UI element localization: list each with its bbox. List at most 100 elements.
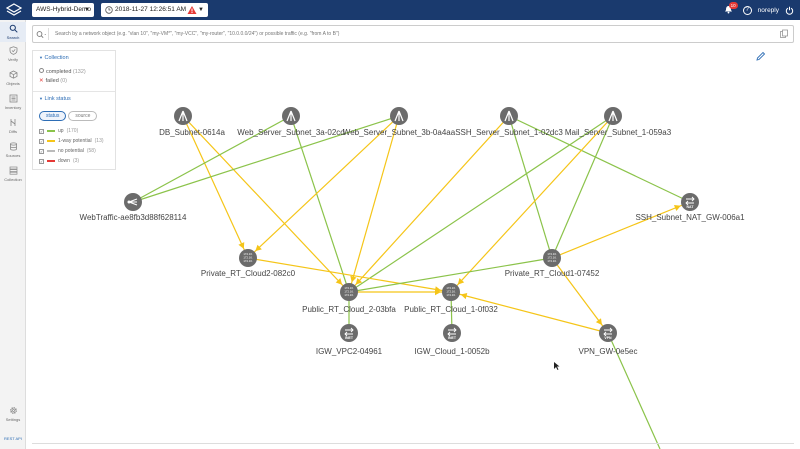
router-ip-text: 172.16. (344, 293, 354, 297)
node-label: Public_RT_Cloud_1-0f032 (404, 305, 498, 314)
node-ssh[interactable]: SSH_Server_Subnet_1-02dc3 (455, 107, 563, 137)
checkbox[interactable]: ✓ (39, 138, 44, 144)
user-menu[interactable]: noreply (758, 7, 779, 14)
node-prt2[interactable]: 172.16.172.16.172.16.Private_RT_Cloud2-0… (201, 249, 296, 278)
link-arrowhead (335, 278, 343, 285)
chevron-down-icon: ▼ (39, 96, 43, 101)
router-ip-text: 172.16. (547, 259, 557, 263)
link-arrowhead (434, 286, 442, 293)
sidebar-item-label: Objects (6, 81, 20, 86)
node-prt1[interactable]: 172.16.172.16.172.16.Private_RT_Cloud1-0… (505, 249, 600, 278)
link-ssh-pub2[interactable] (348, 115, 510, 293)
sidebar-item-collection[interactable]: Collection (0, 166, 26, 182)
link-status-up[interactable]: ✓ up (170) (39, 128, 78, 134)
edit-pencil-icon[interactable] (755, 50, 767, 62)
help-button[interactable]: ? (742, 5, 752, 15)
toggle-source[interactable]: source (68, 111, 98, 121)
sidebar-item-inventory[interactable]: Inventory (0, 94, 26, 110)
link-ssh-prt1[interactable] (508, 115, 553, 259)
node-label: Mail_Server_Subnet_1-059a3 (565, 128, 672, 137)
node-pub1[interactable]: 172.16.172.16.172.16.Public_RT_Cloud_1-0… (404, 283, 498, 314)
completed-count: (132) (72, 69, 86, 75)
node-label: Web_Server_Subnet_3b-0a4aa (343, 128, 456, 137)
traffic-dot (127, 200, 131, 204)
link-mail-pub2[interactable] (348, 115, 614, 293)
search-input[interactable] (55, 27, 775, 41)
node-pub2[interactable]: 172.16.172.16.172.16.Public_RT_Cloud_2-0… (302, 283, 396, 314)
rest-api-link[interactable]: REST API (0, 436, 26, 441)
link-mail-prt1[interactable] (551, 115, 614, 259)
mouse-cursor-icon (554, 362, 560, 370)
app-logo-icon[interactable] (6, 3, 22, 17)
link-prt1-sshnat[interactable] (551, 201, 691, 259)
router-ip-text: 172.16. (446, 293, 456, 297)
warning-icon (187, 6, 197, 14)
node-mail[interactable]: Mail_Server_Subnet_1-059a3 (565, 107, 672, 137)
link-web3b-prt2[interactable] (247, 115, 400, 259)
collection-header[interactable]: ▼ Collection (39, 55, 69, 61)
snapshot-datetime-select[interactable]: 2018-11-27 12:26:51 AM ▼ (101, 3, 208, 17)
status-count: (170) (66, 128, 79, 134)
link-db-prt2[interactable] (182, 115, 249, 259)
igw-badge-text: INET (448, 336, 457, 340)
sidebar-item-sources[interactable]: Sources (0, 142, 26, 158)
sidebar-item-verify[interactable]: Verify (0, 46, 26, 62)
status-label: down (58, 158, 70, 164)
node-sshnat[interactable]: NAT SSH_Subnet_NAT_GW-006a1 (635, 193, 745, 222)
link-status-header[interactable]: ▼ Link status (39, 96, 71, 102)
status-label: up (58, 128, 64, 134)
check-shield-icon (9, 46, 17, 55)
legend-swatch (47, 150, 55, 152)
notifications-button[interactable]: 10 (724, 1, 738, 16)
node-web3a[interactable]: Web_Server_Subnet_3a-02cd (237, 107, 345, 137)
environment-select[interactable]: AWS-Hybrid-Demo ▼ (32, 3, 94, 17)
sidebar-item-settings[interactable]: Settings (0, 406, 26, 422)
sidebar-item-label: Settings (5, 417, 21, 422)
collection-failed-row[interactable]: ✕ failed (0) (39, 78, 67, 84)
node-igw2[interactable]: INET IGW_VPC2-04961 (316, 324, 383, 356)
chevron-down-icon: ▼ (39, 55, 43, 60)
link-db-pub2[interactable] (182, 115, 350, 293)
sidebar-item-diffs[interactable]: Diffs (0, 118, 26, 134)
checkbox[interactable]: ✓ (39, 128, 44, 134)
sidebar-item-label: Search (6, 35, 20, 40)
chevron-down-icon: ▼ (84, 7, 90, 13)
link-status-no-potential[interactable]: ✓ no potential (58) (39, 148, 96, 154)
cube-icon (9, 70, 17, 79)
link-status-down[interactable]: ✓ down (3) (39, 158, 79, 164)
collection-completed-row[interactable]: completed (132) (39, 68, 86, 75)
filter-panel: ▼ Collection completed (132) ✕ failed (0)… (32, 50, 116, 170)
sidebar-item-label: Verify (7, 57, 18, 62)
link-status-1-way-potential[interactable]: ✓ 1-way potential (13) (39, 138, 104, 144)
node-db[interactable]: DB_Subnet-0614a (159, 107, 225, 137)
node-igw1[interactable]: INET IGW_Cloud_1-0052b (414, 324, 490, 356)
link-arrowhead (460, 292, 468, 300)
search-options-button[interactable] (35, 28, 49, 40)
link-arrowhead (238, 242, 245, 249)
link-arrowhead (435, 288, 441, 296)
status-count: (3) (72, 158, 80, 164)
sidebar-item-label: Inventory (4, 105, 22, 110)
link-mail-pub1[interactable] (450, 115, 614, 293)
toggle-status[interactable]: status (39, 111, 67, 121)
node-vpn[interactable]: VPN VPN_GW-0e5ec (579, 324, 638, 356)
sidebar-item-search[interactable]: Search (0, 22, 26, 42)
failed-x-icon: ✕ (39, 78, 44, 84)
link-arrowhead (355, 278, 363, 285)
legend-swatch (47, 130, 55, 132)
copy-icon[interactable] (779, 29, 789, 39)
igw-badge-text: INET (345, 336, 354, 340)
completed-status-icon (39, 68, 44, 73)
power-icon[interactable] (785, 6, 794, 15)
router-ip-text: 172.16. (243, 259, 253, 263)
node-web3b[interactable]: Web_Server_Subnet_3b-0a4aa (343, 107, 456, 137)
checkbox[interactable]: ✓ (39, 148, 44, 154)
node-webtraffic[interactable]: WebTraffic-ae8fb3d88f628114 (80, 193, 187, 222)
sidebar-item-objects[interactable]: Objects (0, 70, 26, 86)
search-icon (9, 24, 18, 33)
node-layer: DB_Subnet-0614a Web_Server_Subnet_3a-02cd… (80, 107, 745, 356)
link-status-header-label: Link status (44, 96, 71, 102)
link-web3a-pub2[interactable] (290, 115, 350, 293)
checkbox[interactable]: ✓ (39, 158, 44, 164)
link-web3b-pub2[interactable] (348, 115, 400, 293)
